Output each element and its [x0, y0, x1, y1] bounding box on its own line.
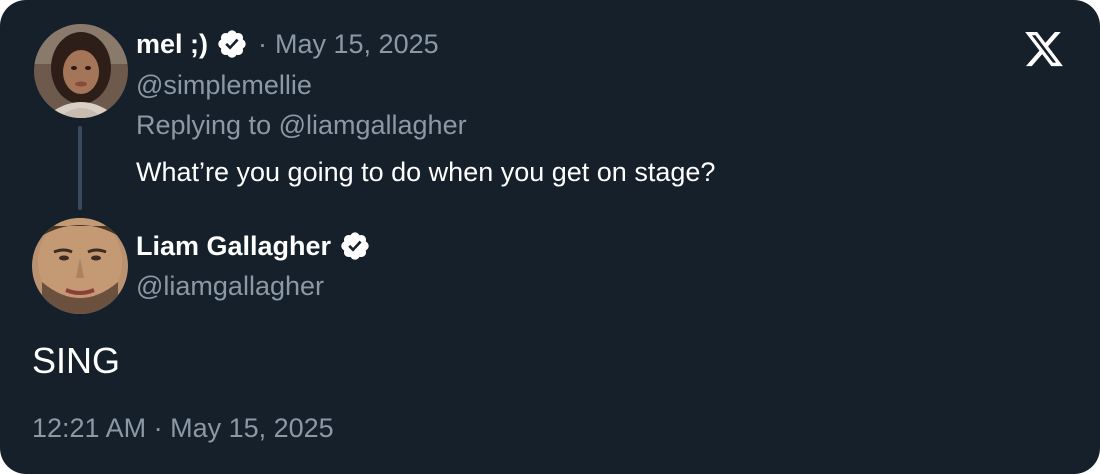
tweet-display-name[interactable]: Liam Gallagher [136, 231, 331, 262]
thread-connector-line [78, 126, 82, 210]
reply-date[interactable]: May 15, 2025 [275, 29, 439, 60]
tweet-text: SING [32, 340, 121, 381]
tweet-timestamp[interactable]: 12:21 AM · May 15, 2025 [32, 413, 334, 444]
reply-header: mel ;) · May 15, 2025 [136, 26, 439, 62]
reply-handle[interactable]: @simplemellie [136, 70, 312, 101]
verified-badge-icon [339, 230, 371, 262]
x-logo-icon[interactable] [1022, 28, 1066, 70]
reply-author-avatar[interactable] [34, 24, 128, 118]
tweet-avatar-image [32, 218, 128, 314]
reply-text: What’re you going to do when you get on … [136, 157, 716, 187]
tweet-author-avatar[interactable] [32, 218, 128, 314]
tweet-handle[interactable]: @liamgallagher [136, 271, 324, 302]
reply-display-name[interactable]: mel ;) [136, 29, 208, 60]
date-separator: · [258, 28, 268, 59]
replying-to-label: Replying to @liamgallagher [136, 110, 467, 140]
verified-badge-icon [216, 28, 248, 60]
tweet-header: Liam Gallagher [136, 228, 371, 264]
reply-avatar-image [34, 24, 128, 118]
tweet-card[interactable]: mel ;) · May 15, 2025 @simplemellie Repl… [0, 0, 1100, 474]
